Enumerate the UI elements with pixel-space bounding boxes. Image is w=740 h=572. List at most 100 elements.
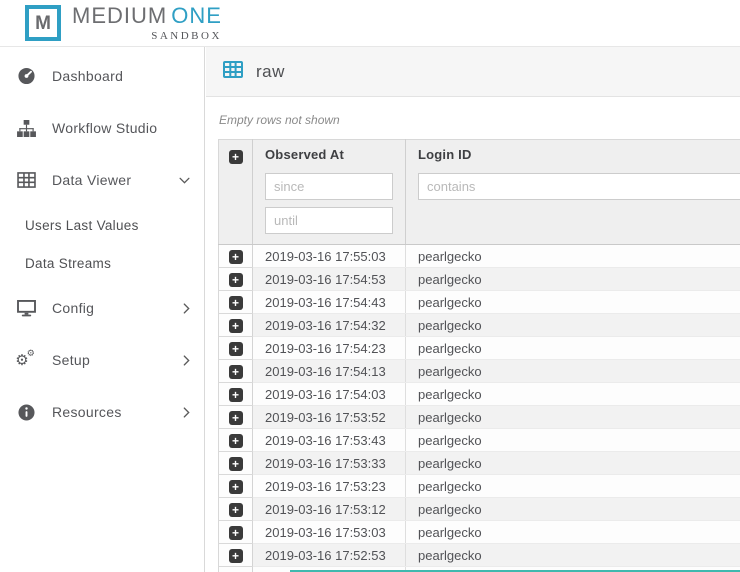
expand-row-button[interactable]: +: [229, 480, 243, 494]
sidebar-item-workflow-studio[interactable]: Workflow Studio: [0, 102, 204, 154]
table-row: + 2019-03-16 17:53:03 pearlgecko: [219, 521, 740, 544]
observed-at-cell: 2019-03-16 17:53:23: [253, 475, 406, 498]
table-row: + 2019-03-16 17:53:52 pearlgecko: [219, 406, 740, 429]
expand-row-button[interactable]: +: [229, 503, 243, 517]
expand-row-button[interactable]: +: [229, 250, 243, 264]
brand-wordmark: MEDIUMONE SANDBOX: [72, 4, 222, 41]
login-id-cell: pearlgecko: [406, 360, 740, 383]
login-id-cell: pearlgecko: [406, 498, 740, 521]
since-filter-input[interactable]: [265, 173, 393, 200]
monitor-icon: [14, 300, 38, 317]
until-filter-input[interactable]: [265, 207, 393, 234]
page-title: raw: [256, 62, 285, 82]
table-row: + 2019-03-16 17:53:43 pearlgecko: [219, 429, 740, 452]
observed-at-cell: 2019-03-16 17:53:12: [253, 498, 406, 521]
expand-row-button[interactable]: +: [229, 342, 243, 356]
login-id-header-cell: Login ID: [406, 140, 740, 245]
top-bar: M MEDIUMONE SANDBOX: [0, 0, 740, 47]
expand-row-cell: +: [219, 475, 253, 498]
expand-all-button[interactable]: +: [229, 150, 243, 164]
expand-row-cell: +: [219, 268, 253, 291]
expand-row-button[interactable]: +: [229, 549, 243, 563]
chevron-right-icon: [174, 407, 190, 418]
login-id-cell: pearlgecko: [406, 475, 740, 498]
table-header-row: + Observed At Login ID: [219, 140, 740, 245]
sidebar-subitem-label: Data Streams: [25, 256, 111, 271]
table-row: + 2019-03-16 17:53:23 pearlgecko: [219, 475, 740, 498]
table-row: + 2019-03-16 17:53:12 pearlgecko: [219, 498, 740, 521]
sidebar-item-label: Config: [52, 300, 174, 316]
expand-row-cell: +: [219, 544, 253, 567]
login-id-cell: pearlgecko: [406, 291, 740, 314]
sidebar-item-dashboard[interactable]: Dashboard: [0, 50, 204, 102]
table-row: + 2019-03-16 17:54:32 pearlgecko: [219, 314, 740, 337]
expand-row-cell: +: [219, 452, 253, 475]
chevron-down-icon: [174, 177, 190, 184]
sidebar-item-users-last-values[interactable]: Users Last Values: [0, 206, 204, 244]
expand-row-button[interactable]: +: [229, 319, 243, 333]
observed-at-cell: 2019-03-16 17:53:52: [253, 406, 406, 429]
expand-row-cell: +: [219, 245, 253, 268]
sidebar-item-config[interactable]: Config: [0, 282, 204, 334]
observed-at-cell: 2019-03-16 17:54:53: [253, 268, 406, 291]
gears-icon: ⚙⚙: [14, 353, 38, 368]
column-header-login-id: Login ID: [418, 147, 740, 162]
login-id-cell: pearlgecko: [406, 268, 740, 291]
expand-row-cell: +: [219, 360, 253, 383]
observed-at-cell: 2019-03-16 17:54:32: [253, 314, 406, 337]
login-id-cell: pearlgecko: [406, 521, 740, 544]
brand-name-primary: MEDIUM: [72, 3, 167, 28]
table-icon: [223, 61, 243, 83]
expand-row-cell: +: [219, 383, 253, 406]
table-row: + 2019-03-16 17:52:53 pearlgecko: [219, 544, 740, 567]
sidebar-nav: Dashboard Workflow Studio Data Viewer Us…: [0, 47, 205, 572]
sidebar-item-data-streams[interactable]: Data Streams: [0, 244, 204, 282]
brand-logo-icon[interactable]: M: [25, 5, 61, 41]
expand-row-button[interactable]: +: [229, 296, 243, 310]
table-row: + 2019-03-16 17:55:03 pearlgecko: [219, 245, 740, 268]
login-id-cell: pearlgecko: [406, 429, 740, 452]
observed-at-cell: 2019-03-16 17:52:53: [253, 544, 406, 567]
expand-row-cell: +: [219, 291, 253, 314]
expand-row-cell: +: [219, 498, 253, 521]
brand-name: MEDIUMONE: [72, 4, 222, 28]
observed-at-cell: 2019-03-16 17:53:43: [253, 429, 406, 452]
sidebar-item-data-viewer[interactable]: Data Viewer: [0, 154, 204, 206]
login-id-cell: pearlgecko: [406, 337, 740, 360]
empty-rows-note: Empty rows not shown: [206, 97, 740, 139]
brand-subtitle: SANDBOX: [72, 30, 222, 42]
column-header-observed-at: Observed At: [265, 147, 393, 162]
info-icon: [14, 404, 38, 421]
contains-filter-input[interactable]: [418, 173, 740, 200]
brand-name-secondary: ONE: [171, 3, 222, 28]
expand-row-button[interactable]: +: [229, 411, 243, 425]
expand-row-button[interactable]: +: [229, 434, 243, 448]
sidebar-item-setup[interactable]: ⚙⚙ Setup: [0, 334, 204, 386]
logo-letter: M: [35, 14, 51, 33]
table-body: + 2019-03-16 17:55:03 pearlgecko + 2019-…: [219, 245, 740, 572]
expand-row-button[interactable]: +: [229, 365, 243, 379]
table-row: + 2019-03-16 17:53:33 pearlgecko: [219, 452, 740, 475]
table-row: + 2019-03-16 17:54:23 pearlgecko: [219, 337, 740, 360]
sitemap-icon: [14, 120, 38, 137]
expand-row-cell: +: [219, 406, 253, 429]
expand-row-button[interactable]: +: [229, 526, 243, 540]
expand-row-button[interactable]: +: [229, 457, 243, 471]
observed-at-cell: 2019-03-16 17:54:23: [253, 337, 406, 360]
expand-row-cell: +: [219, 429, 253, 452]
expand-row-cell: +: [219, 521, 253, 544]
table-row: + 2019-03-16 17:54:03 pearlgecko: [219, 383, 740, 406]
login-id-cell: pearlgecko: [406, 245, 740, 268]
chevron-right-icon: [174, 303, 190, 314]
expand-row-button[interactable]: +: [229, 388, 243, 402]
table-row: + 2019-03-16 17:54:53 pearlgecko: [219, 268, 740, 291]
observed-at-cell: 2019-03-16 17:54:03: [253, 383, 406, 406]
observed-at-cell: 2019-03-16 17:54:13: [253, 360, 406, 383]
raw-events-table: + Observed At Login ID + 2019-03-16: [218, 139, 740, 572]
sidebar-item-resources[interactable]: Resources: [0, 386, 204, 438]
observed-at-cell: 2019-03-16 17:53:03: [253, 521, 406, 544]
sidebar-subitem-label: Users Last Values: [25, 218, 139, 233]
expand-all-cell: +: [219, 140, 253, 245]
main-content: raw Empty rows not shown + Observed At L…: [206, 47, 740, 572]
expand-row-button[interactable]: +: [229, 273, 243, 287]
